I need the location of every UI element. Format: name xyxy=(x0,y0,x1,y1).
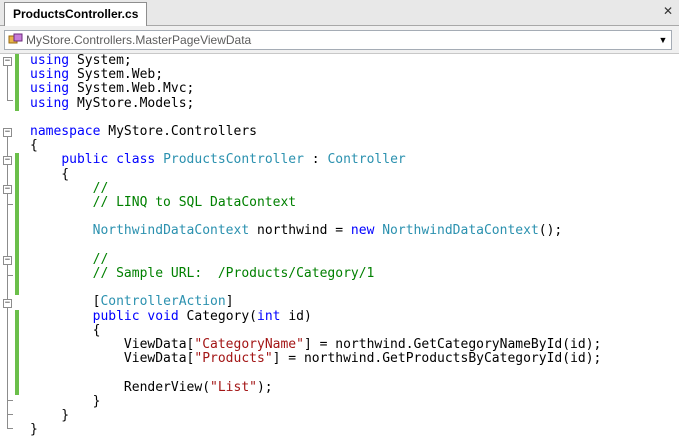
chevron-down-icon[interactable]: ▼ xyxy=(655,31,671,49)
code-line: // LINQ to SQL DataContext xyxy=(30,195,297,211)
code-line: RenderView("List"); xyxy=(123,379,273,395)
outline-line xyxy=(7,137,8,428)
code-line: // xyxy=(30,180,109,196)
code-line: { xyxy=(30,138,38,154)
collapse-icon[interactable]: − xyxy=(3,185,12,194)
code-line: public class ProductsController : Contro… xyxy=(61,152,406,168)
outline-line xyxy=(7,428,13,429)
code-line: using MyStore.Models; xyxy=(30,95,195,111)
collapse-icon[interactable]: − xyxy=(3,128,12,137)
navigation-bar: MyStore.Controllers.MasterPageViewData ▼ xyxy=(0,26,679,54)
close-icon[interactable]: ✕ xyxy=(661,4,675,18)
code-line: public void Category(int id) xyxy=(92,308,312,324)
code-line: } xyxy=(30,408,70,424)
code-line: } xyxy=(30,422,38,438)
outline-line xyxy=(7,400,13,401)
tab-title: ProductsController.cs xyxy=(13,7,139,21)
code-line: using System.Web; xyxy=(30,67,164,83)
document-tab-strip: ProductsController.cs ✕ xyxy=(0,0,679,26)
code-editor[interactable]: − − − − − − using System; using System.We… xyxy=(0,53,679,445)
outline-line xyxy=(7,100,13,101)
code-line: { xyxy=(30,322,101,338)
outline-line xyxy=(7,66,8,100)
outline-line xyxy=(7,204,13,205)
members-dropdown[interactable]: MyStore.Controllers.MasterPageViewData ▼ xyxy=(4,30,672,50)
code-line: using System; xyxy=(30,53,132,68)
code-line: [ControllerAction] xyxy=(92,294,234,310)
code-line: using System.Web.Mvc; xyxy=(30,81,195,97)
members-dropdown-value: MyStore.Controllers.MasterPageViewData xyxy=(26,33,252,47)
outline-line xyxy=(7,414,13,415)
code-text[interactable]: using System; using System.Web; using Syst… xyxy=(30,53,602,438)
code-line: ViewData["Products"] = northwind.GetProd… xyxy=(123,351,602,367)
class-icon xyxy=(8,33,23,44)
code-line: // Sample URL: /Products/Category/1 xyxy=(30,266,375,282)
code-line: ViewData["CategoryName"] = northwind.Get… xyxy=(123,337,602,353)
collapse-icon[interactable]: − xyxy=(3,57,12,66)
collapse-icon[interactable]: − xyxy=(3,299,12,308)
outline-line xyxy=(7,275,13,276)
tab-products-controller[interactable]: ProductsController.cs xyxy=(4,2,148,26)
change-bar xyxy=(15,153,19,295)
code-line: NorthwindDataContext northwind = new Nor… xyxy=(92,223,563,239)
code-line: { xyxy=(30,166,70,182)
collapse-icon[interactable]: − xyxy=(3,156,12,165)
code-line: // xyxy=(30,251,109,267)
change-bar xyxy=(15,54,19,111)
collapse-icon[interactable]: − xyxy=(3,256,12,265)
code-line: namespace MyStore.Controllers xyxy=(30,124,257,140)
code-line: } xyxy=(30,393,101,409)
change-bar xyxy=(15,310,19,395)
